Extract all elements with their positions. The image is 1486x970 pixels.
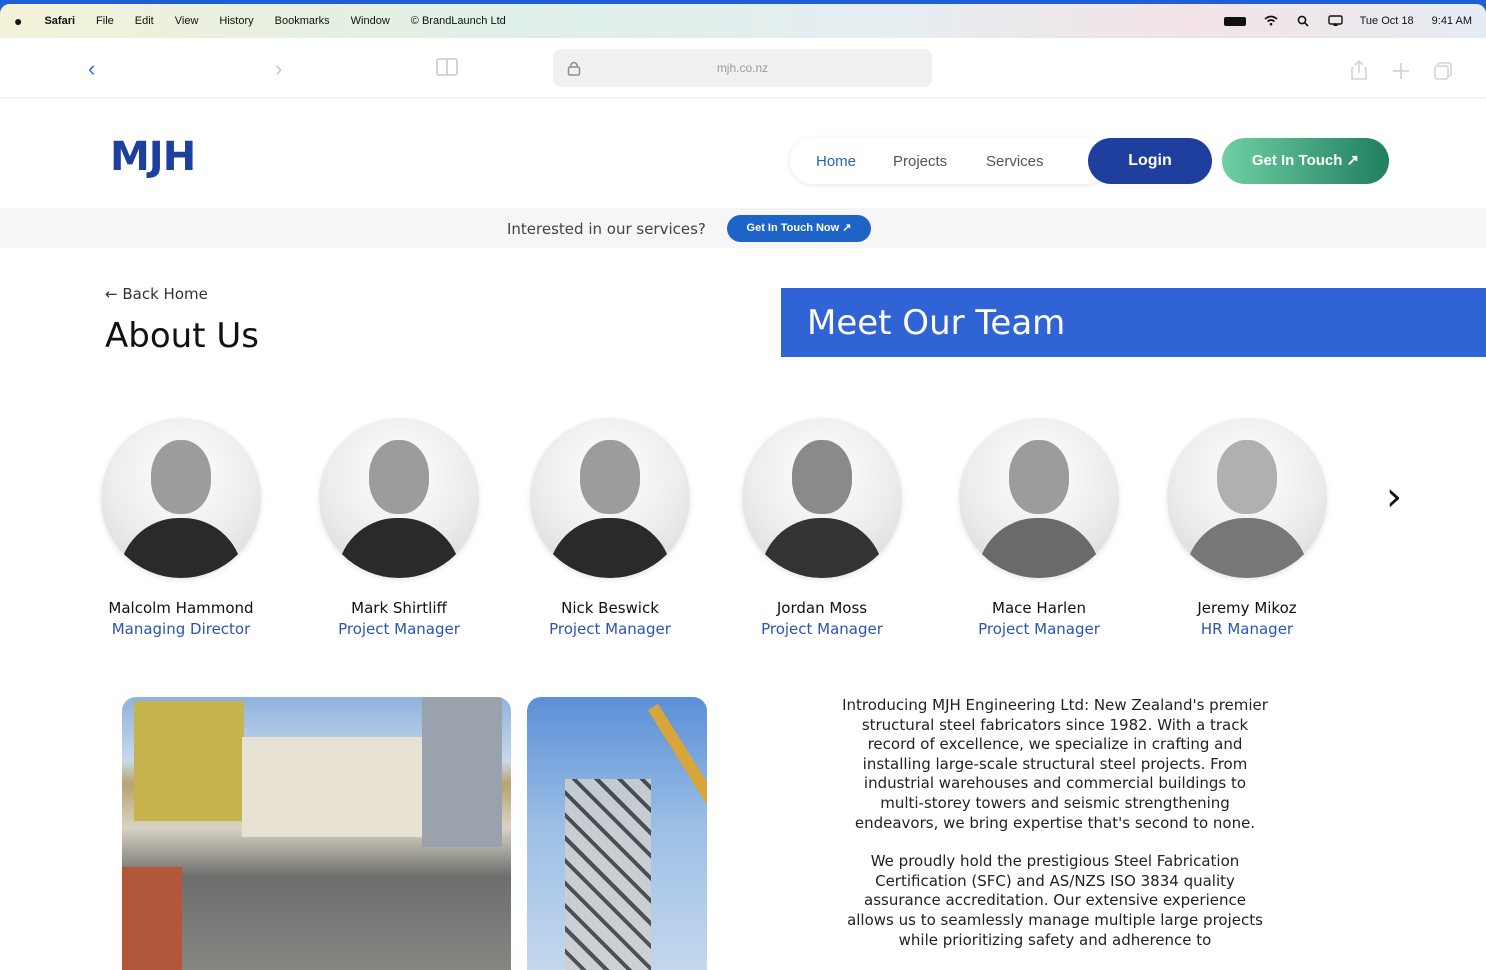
intro-paragraph: Introducing MJH Engineering Ltd: New Zea… — [842, 696, 1268, 832]
team-member[interactable]: Jeremy Mikoz HR Manager — [1147, 418, 1347, 638]
nav-services[interactable]: Services — [986, 153, 1044, 170]
menu-window[interactable]: Window — [351, 15, 390, 27]
menu-view[interactable]: View — [175, 15, 199, 27]
main-nav: Home Projects Services — [790, 138, 1110, 184]
new-tab-icon[interactable] — [1392, 60, 1410, 86]
menu-safari[interactable]: Safari — [44, 15, 75, 27]
member-role: Managing Director — [111, 620, 251, 638]
screen-mirroring-icon[interactable] — [1327, 15, 1343, 27]
tower-construction-photo — [527, 697, 707, 970]
menu-brandlaunch[interactable]: © BrandLaunch Ltd — [411, 15, 506, 27]
battery-icon[interactable] — [1223, 16, 1246, 26]
tabs-overview-icon[interactable] — [1434, 60, 1452, 86]
arrow-left-icon: ← — [105, 285, 118, 303]
member-role: Project Manager — [338, 620, 460, 638]
member-name: Jordan Moss — [776, 599, 868, 617]
member-role: Project Manager — [978, 620, 1100, 638]
nav-projects[interactable]: Projects — [893, 153, 947, 170]
member-name: Nick Beswick — [561, 599, 659, 617]
avatar — [742, 418, 902, 578]
lock-icon — [567, 49, 581, 90]
login-button[interactable]: Login — [1088, 138, 1212, 184]
sidebar-icon[interactable] — [436, 58, 458, 81]
services-banner: Interested in our services? Get In Touch… — [0, 208, 1486, 248]
wifi-icon[interactable] — [1264, 15, 1278, 27]
member-role: Project Manager — [761, 620, 883, 638]
banner-text: Interested in our services? — [507, 220, 706, 238]
member-name: Jeremy Mikoz — [1197, 599, 1297, 617]
avatar — [1167, 418, 1327, 578]
avatar — [101, 418, 261, 578]
menu-bar: ● Safari File Edit View History Bookmark… — [0, 4, 1486, 38]
member-role: HR Manager — [1200, 620, 1294, 638]
menu-bookmarks[interactable]: Bookmarks — [275, 15, 330, 27]
member-name: Mark Shirtliff — [351, 599, 447, 617]
avatar — [959, 418, 1119, 578]
forward-icon[interactable]: › — [275, 56, 282, 82]
mjh-logo[interactable]: MJH — [110, 134, 196, 180]
share-icon[interactable] — [1350, 59, 1368, 85]
team-member[interactable]: Malcolm Hammond Managing Director — [81, 418, 281, 638]
company-intro: Introducing MJH Engineering Ltd: New Zea… — [840, 696, 1270, 969]
team-member[interactable]: Mace Harlen Project Manager — [939, 418, 1139, 638]
member-role: Project Manager — [549, 620, 671, 638]
team-member[interactable]: Jordan Moss Project Manager — [722, 418, 922, 638]
team-member[interactable]: Nick Beswick Project Manager — [510, 418, 710, 638]
team-member[interactable]: Mark Shirtliff Project Manager — [299, 418, 499, 638]
menu-edit[interactable]: Edit — [135, 15, 154, 27]
browser-window: ● Safari File Edit View History Bookmark… — [0, 4, 1486, 970]
nav-home[interactable]: Home — [816, 153, 856, 170]
menu-file[interactable]: File — [96, 15, 114, 27]
address-bar[interactable]: mjh.co.nz — [553, 49, 932, 87]
search-icon[interactable] — [1296, 15, 1310, 27]
apple-icon[interactable]: ● — [14, 13, 22, 29]
menubar-time[interactable]: 9:41 AM — [1432, 15, 1472, 27]
get-in-touch-button[interactable]: Get In Touch ↗ — [1222, 138, 1389, 184]
member-name: Mace Harlen — [992, 599, 1086, 617]
member-name: Malcolm Hammond — [108, 599, 254, 617]
team-title: Meet Our Team — [807, 303, 1066, 343]
url-text: mjh.co.nz — [716, 61, 769, 75]
page-title: About Us — [105, 316, 259, 356]
team-header-band: Meet Our Team — [781, 288, 1486, 357]
get-in-touch-now-button[interactable]: Get In Touch Now ↗ — [727, 215, 871, 242]
intro-paragraph: We proudly hold the prestigious Steel Fa… — [847, 852, 1263, 949]
safari-toolbar: ‹ › mjh.co.nz — [0, 38, 1486, 98]
chevron-right-icon[interactable]: › — [1386, 474, 1402, 520]
menu-history[interactable]: History — [219, 15, 253, 27]
menubar-date[interactable]: Tue Oct 18 — [1360, 15, 1414, 27]
avatar — [319, 418, 479, 578]
back-icon[interactable]: ‹ — [88, 56, 95, 82]
back-home-link[interactable]: ← Back Home — [105, 285, 208, 303]
back-home-label: Back Home — [122, 285, 208, 303]
building-photo — [122, 697, 511, 970]
avatar — [530, 418, 690, 578]
